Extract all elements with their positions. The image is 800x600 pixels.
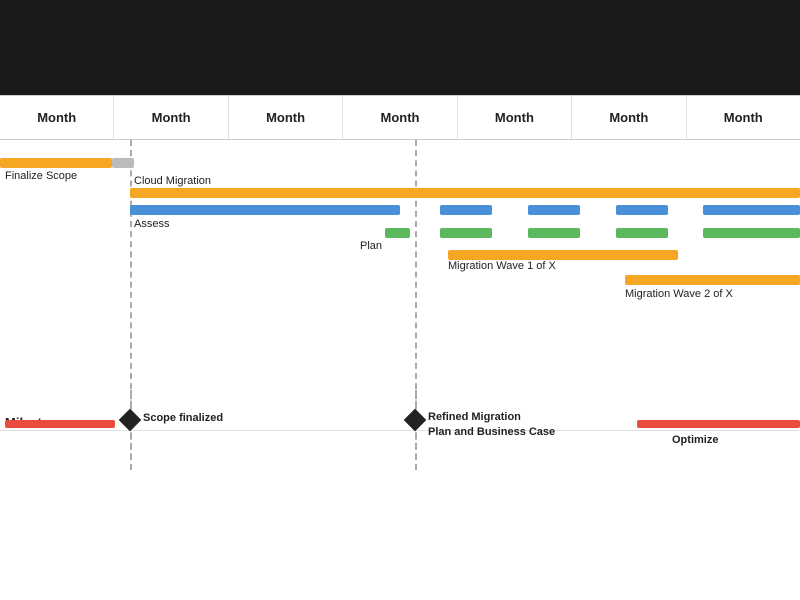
month-header-row: Month Month Month Month Month Month Mont… bbox=[0, 95, 800, 140]
month-cell-6: Month bbox=[572, 96, 686, 139]
plan-bar-1 bbox=[385, 228, 410, 238]
assess-bar-4 bbox=[616, 205, 668, 215]
plan-bar-2 bbox=[440, 228, 492, 238]
wave2-label: Migration Wave 2 of X bbox=[625, 288, 733, 300]
month-cell-3: Month bbox=[229, 96, 343, 139]
optimize-text: Optimize bbox=[672, 434, 718, 446]
diamond-refined-migration bbox=[404, 409, 427, 432]
plan-bar-5 bbox=[703, 228, 800, 238]
finalize-scope-gray-bar bbox=[112, 158, 134, 168]
cloud-migration-label: Cloud Migration bbox=[134, 175, 211, 187]
assess-bar-3 bbox=[528, 205, 580, 215]
assess-bar-5 bbox=[703, 205, 800, 215]
top-banner bbox=[0, 0, 800, 95]
cloud-migration-bar bbox=[130, 188, 800, 198]
wave2-bar bbox=[625, 275, 800, 285]
scope-finalized-text: Scope finalized bbox=[143, 412, 223, 424]
month-cell-1: Month bbox=[0, 96, 114, 139]
month-cell-2: Month bbox=[114, 96, 228, 139]
diamond-scope-finalized bbox=[119, 409, 142, 432]
wave1-bar bbox=[448, 250, 678, 260]
plan-label: Plan bbox=[360, 240, 382, 252]
optimize-bar bbox=[637, 420, 800, 428]
finalize-scope-label: Finalize Scope bbox=[5, 170, 77, 182]
refined-migration-text: Refined MigrationPlan and Business Case bbox=[428, 410, 555, 441]
month-cell-4: Month bbox=[343, 96, 457, 139]
finalize-scope-orange-bar bbox=[0, 158, 112, 168]
month-cell-7: Month bbox=[687, 96, 800, 139]
plan-bar-3 bbox=[528, 228, 580, 238]
plan-bar-4 bbox=[616, 228, 668, 238]
wave1-label: Migration Wave 1 of X bbox=[448, 260, 556, 272]
assess-bar-1 bbox=[130, 205, 400, 215]
assess-bar-2 bbox=[440, 205, 492, 215]
month-cell-5: Month bbox=[458, 96, 572, 139]
milestone-left-indicator bbox=[5, 420, 115, 428]
milestone-area: Milestone Scope finalized Refined Migrat… bbox=[0, 390, 800, 510]
assess-label: Assess bbox=[134, 218, 169, 230]
